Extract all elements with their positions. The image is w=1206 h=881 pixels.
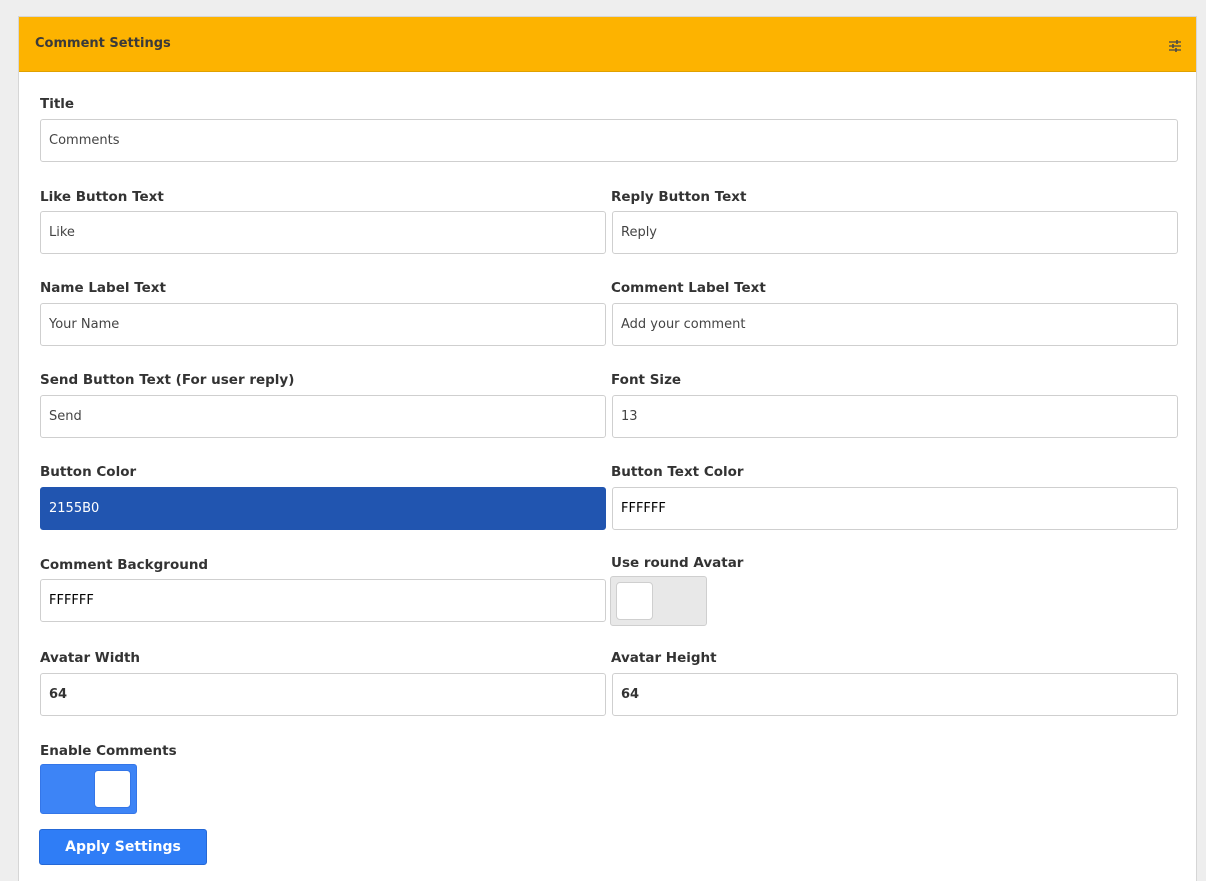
comment-label-text-label: Comment Label Text: [611, 280, 766, 296]
like-button-text-input[interactable]: [40, 211, 606, 254]
button-text-color-input[interactable]: [612, 487, 1178, 530]
font-size-input[interactable]: [612, 395, 1178, 438]
enable-comments-toggle[interactable]: [40, 764, 137, 814]
avatar-height-label: Avatar Height: [611, 650, 717, 666]
avatar-width-label: Avatar Width: [40, 650, 141, 666]
font-size-label: Font Size: [611, 372, 682, 388]
use-round-avatar-label: Use round Avatar: [611, 555, 744, 571]
name-label-text-label: Name Label Text: [40, 280, 166, 296]
title-label: Title: [40, 96, 75, 112]
toggle-knob: [616, 582, 653, 620]
sliders-icon[interactable]: [1168, 38, 1182, 52]
avatar-height-input[interactable]: [612, 673, 1178, 716]
panel-header: Comment Settings: [19, 17, 1196, 72]
use-round-avatar-toggle[interactable]: [610, 576, 707, 626]
enable-comments-label: Enable Comments: [40, 743, 177, 759]
like-button-text-label: Like Button Text: [40, 189, 164, 205]
toggle-knob: [94, 770, 131, 808]
send-button-text-input[interactable]: [40, 395, 606, 438]
send-button-text-label: Send Button Text (For user reply): [40, 372, 295, 388]
comment-background-label: Comment Background: [40, 557, 209, 573]
button-color-input[interactable]: [40, 487, 606, 530]
button-text-color-label: Button Text Color: [611, 464, 744, 480]
name-label-text-input[interactable]: [40, 303, 606, 346]
apply-settings-button[interactable]: Apply Settings: [39, 829, 207, 865]
comment-label-text-input[interactable]: [612, 303, 1178, 346]
title-input[interactable]: [40, 119, 1178, 162]
button-color-label: Button Color: [40, 464, 137, 480]
panel-title: Comment Settings: [35, 36, 171, 51]
reply-button-text-input[interactable]: [612, 211, 1178, 254]
avatar-width-input[interactable]: [40, 673, 606, 716]
reply-button-text-label: Reply Button Text: [611, 189, 747, 205]
comment-background-input[interactable]: [40, 579, 606, 622]
comment-settings-panel: Comment Settings Title Like Button Text …: [18, 16, 1197, 881]
